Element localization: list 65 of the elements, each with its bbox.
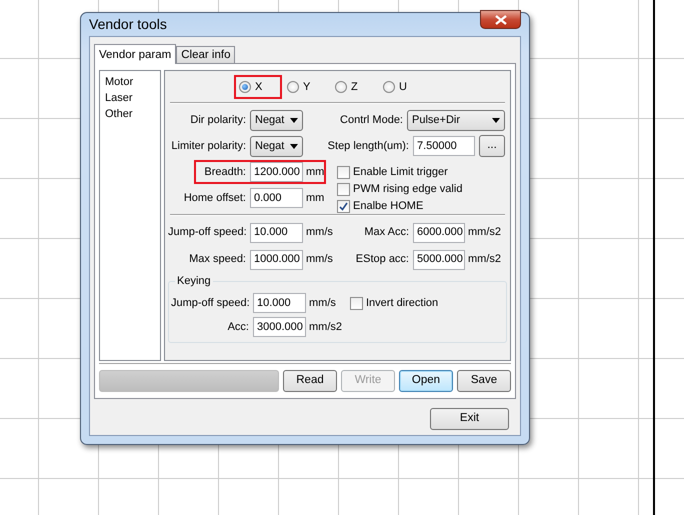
field-label: Home offset: [182, 190, 247, 206]
unit-label: mm [305, 164, 324, 180]
action-button[interactable]: Open [399, 370, 453, 392]
exit-button[interactable]: Exit [430, 408, 509, 430]
dropdown[interactable]: Negat [250, 136, 303, 156]
list-item[interactable]: Other [105, 106, 155, 122]
checkbox[interactable] [337, 166, 350, 179]
checkbox[interactable] [350, 296, 363, 310]
checkbox[interactable] [337, 183, 350, 196]
radio-button[interactable] [383, 81, 395, 93]
field-label: Acc: [226, 320, 250, 335]
group-title: Keying [175, 273, 213, 290]
field-label: Limiter polarity: [170, 138, 247, 154]
radio-label: Z [351, 80, 358, 95]
radio-button[interactable] [287, 81, 299, 93]
text-field[interactable]: 3000.000 [253, 317, 306, 337]
unit-label: mm/s [308, 296, 337, 311]
close-icon [494, 14, 506, 24]
text-field[interactable]: 0.000 [250, 188, 303, 208]
list-item[interactable]: Motor [105, 74, 155, 90]
field-label: EStop acc: [354, 252, 410, 268]
unit-label: mm/s2 [308, 320, 342, 335]
field-label: Step length(um): [327, 138, 410, 154]
action-button[interactable]: Save [457, 370, 511, 392]
field-label: Jump-off speed: [171, 296, 251, 311]
field-label: Contrl Mode: [339, 112, 404, 128]
checkbox-label: Enable Limit trigger [353, 165, 448, 180]
tab[interactable]: Clear info [176, 46, 236, 63]
caret-icon [492, 118, 500, 122]
field-label: Dir polarity: [189, 112, 247, 128]
action-button[interactable]: Read [283, 370, 337, 392]
browse-button[interactable]: ... [479, 135, 505, 157]
field-label: Breadth: [203, 164, 247, 180]
list-item[interactable]: Laser [105, 90, 155, 106]
unit-label: mm/s2 [467, 225, 501, 240]
radio-label: X [255, 80, 262, 95]
unit-label: mm/s [305, 225, 334, 240]
checkbox-label: Enalbe HOME [353, 199, 424, 214]
window-title: Vendor tools [89, 15, 167, 34]
checkbox-label: Invert direction [366, 296, 438, 311]
unit-label: mm [305, 190, 324, 206]
dropdown[interactable]: Negat [250, 110, 303, 130]
radio-button[interactable] [239, 81, 251, 93]
radio-label: Y [303, 80, 310, 95]
field-label: Max Acc: [363, 225, 410, 240]
caret-icon [290, 118, 298, 122]
text-field[interactable]: 7.50000 [413, 136, 475, 156]
checkbox[interactable] [337, 200, 350, 213]
radio-button[interactable] [335, 81, 347, 93]
text-field[interactable]: 1200.000 [250, 162, 303, 182]
unit-label: mm/s [305, 252, 334, 268]
checkbox-label: PWM rising edge valid [353, 182, 462, 198]
text-field[interactable]: 5000.000 [413, 250, 465, 270]
tab[interactable]: Vendor param [94, 44, 176, 64]
text-field[interactable]: 6000.000 [413, 222, 465, 242]
caret-icon [290, 144, 298, 148]
close-button[interactable] [480, 10, 521, 29]
field-label: Max speed: [188, 252, 247, 268]
text-field[interactable]: 10.000 [253, 293, 306, 313]
field-label: Jump-off speed: [168, 225, 248, 240]
dropdown[interactable]: Pulse+Dir [407, 110, 505, 130]
text-field[interactable]: 1000.000 [250, 250, 303, 270]
text-field[interactable]: 10.000 [250, 222, 303, 242]
radio-label: U [399, 80, 407, 95]
unit-label: mm/s2 [467, 252, 501, 268]
